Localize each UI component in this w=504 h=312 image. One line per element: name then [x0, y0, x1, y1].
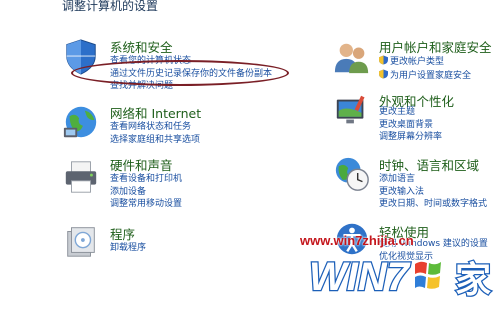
- page-title: 调整计算机的设置: [62, 0, 159, 13]
- link-family-safety[interactable]: 为用户设置家庭安全: [379, 69, 471, 83]
- link-add-language[interactable]: 添加语言: [379, 173, 487, 186]
- clock-globe-icon[interactable]: [333, 155, 371, 193]
- win7-logo-watermark: WIN7 家: [308, 254, 493, 302]
- user-links: 更改帐户类型 为用户设置家庭安全: [379, 55, 471, 82]
- link-mobility-settings[interactable]: 调整常用移动设置: [110, 198, 182, 211]
- link-view-status[interactable]: 查看您的计算机状态: [110, 55, 272, 68]
- programs-icon[interactable]: [62, 222, 100, 260]
- shield-icon[interactable]: [62, 38, 100, 76]
- link-homegroup[interactable]: 选择家庭组和共享选项: [110, 134, 200, 147]
- network-links: 查看网络状态和任务 选择家庭组和共享选项: [110, 121, 200, 146]
- network-globe-icon[interactable]: [62, 103, 100, 141]
- link-date-time-format[interactable]: 更改日期、时间或数字格式: [379, 198, 487, 211]
- appearance-links: 更改主题 更改桌面背景 调整屏幕分辨率: [379, 106, 442, 144]
- category-title-clock[interactable]: 时钟、语言和区域: [379, 155, 479, 174]
- link-change-account-type[interactable]: 更改帐户类型: [379, 55, 471, 69]
- programs-links: 卸载程序: [110, 242, 146, 255]
- link-change-input[interactable]: 更改输入法: [379, 186, 487, 199]
- link-file-history[interactable]: 通过文件历史记录保存你的文件备份副本: [110, 68, 272, 81]
- link-uninstall-program[interactable]: 卸载程序: [110, 242, 146, 255]
- link-screen-resolution[interactable]: 调整屏幕分辨率: [379, 131, 442, 144]
- link-troubleshoot[interactable]: 查找并解决问题: [110, 80, 272, 93]
- link-devices-printers[interactable]: 查看设备和打印机: [110, 173, 182, 186]
- windows-flag-icon: [415, 261, 441, 289]
- hardware-links: 查看设备和打印机 添加设备 调整常用移动设置: [110, 173, 182, 211]
- clock-links: 添加语言 更改输入法 更改日期、时间或数字格式: [379, 173, 487, 211]
- users-icon[interactable]: [333, 38, 371, 76]
- category-title-system[interactable]: 系统和安全: [110, 37, 173, 56]
- link-desktop-background[interactable]: 更改桌面背景: [379, 119, 442, 132]
- watermark-logo-suffix: 家: [455, 259, 491, 300]
- category-title-network[interactable]: 网络和 Internet: [110, 103, 201, 122]
- uac-shield-icon: [379, 55, 388, 65]
- category-title-hardware[interactable]: 硬件和声音: [110, 155, 173, 174]
- uac-shield-icon: [379, 69, 388, 78]
- link-change-account-type-label: 更改帐户类型: [390, 57, 445, 67]
- link-family-safety-label: 为用户设置家庭安全: [390, 70, 472, 81]
- link-add-device[interactable]: 添加设备: [110, 186, 182, 199]
- category-title-user[interactable]: 用户帐户和家庭安全: [379, 37, 492, 56]
- system-links: 查看您的计算机状态 通过文件历史记录保存你的文件备份副本 查找并解决问题: [110, 55, 272, 93]
- watermark-logo-text: WIN7: [309, 255, 411, 299]
- printer-icon[interactable]: [62, 158, 100, 196]
- link-network-status[interactable]: 查看网络状态和任务: [110, 121, 200, 134]
- monitor-paint-icon[interactable]: [333, 92, 371, 130]
- category-title-programs[interactable]: 程序: [110, 224, 135, 243]
- link-change-theme[interactable]: 更改主题: [379, 106, 442, 119]
